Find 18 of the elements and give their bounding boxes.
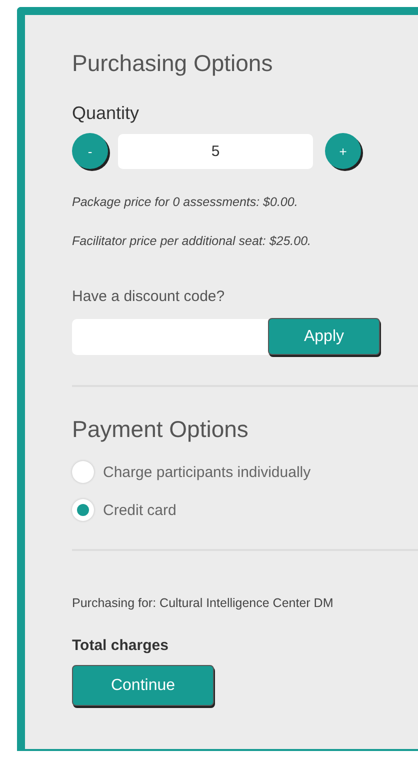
purchasing-for-text: Purchasing for: Cultural Intelligence Center DM: [72, 596, 334, 610]
radio-label[interactable]: Credit card: [103, 502, 176, 518]
price-note: Facilitator price per additional seat: $25.00.: [72, 233, 312, 249]
discount-label: Have a discount code?: [72, 288, 226, 306]
quantity-label: Quantity: [72, 102, 140, 124]
radio-button[interactable]: [72, 461, 94, 483]
radio-button[interactable]: [72, 499, 94, 521]
price-note: Package price for 0 assessments: $0.00.: [72, 194, 299, 210]
decrement-button[interactable]: -: [72, 133, 108, 169]
total-charges-label: Total charges: [72, 637, 170, 654]
radio-label[interactable]: Charge participants individually: [103, 464, 311, 480]
apply-button[interactable]: Apply: [268, 318, 380, 355]
section-title: Payment Options: [72, 415, 250, 443]
section-title: Purchasing Options: [72, 49, 274, 77]
discount-field[interactable]: [72, 318, 268, 354]
quantity-field[interactable]: 5: [118, 134, 313, 168]
continue-button[interactable]: Continue: [72, 665, 214, 706]
increment-button[interactable]: +: [325, 133, 361, 169]
